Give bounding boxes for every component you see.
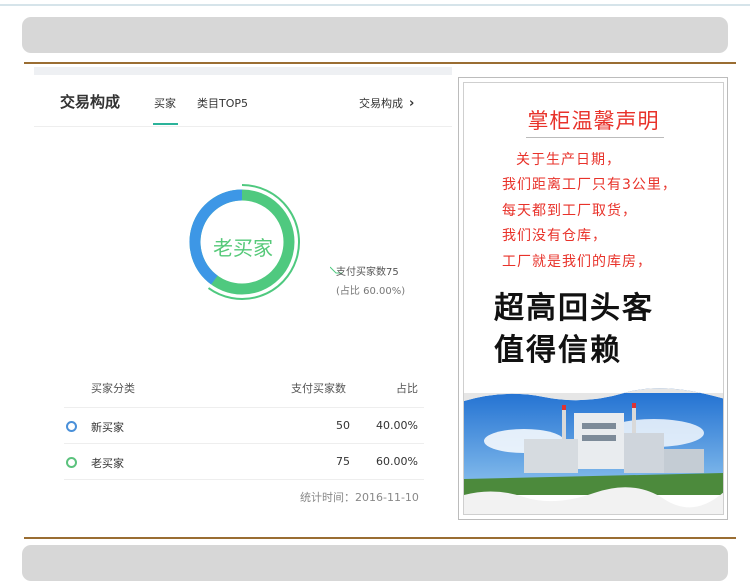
header-category: 买家分类 (91, 382, 135, 395)
tab-buyers[interactable]: 买家 (154, 95, 176, 111)
transaction-composition-link[interactable]: 交易构成 › (359, 95, 414, 111)
donut-center-label: 老买家 (213, 236, 273, 260)
poster-line: 我们没有仓库， (502, 228, 607, 244)
bottom-banner-bar (22, 545, 728, 581)
top-divider (0, 4, 750, 6)
poster-title: 掌柜温馨声明 (527, 109, 660, 133)
card-header-strip (34, 67, 452, 75)
poster-slogan: 超高回头客 (494, 291, 654, 326)
header-count: 支付买家数 (291, 382, 346, 395)
card-tabbar: 交易构成 买家 类目TOP5 交易构成 › (34, 77, 452, 127)
poster-line: 每天都到工厂取货， (502, 203, 637, 219)
callout-share: (占比 60.00%) (336, 286, 406, 297)
shop-notice-poster: 掌柜温馨声明 关于生产日期， 我们距离工厂只有3公里， 每天都到工厂取货， 我们… (458, 77, 728, 520)
poster-line: 工厂就是我们的库房， (502, 254, 652, 270)
transaction-composition-link-label: 交易构成 (359, 97, 403, 110)
legend-ring-new-icon (66, 421, 77, 432)
chevron-right-icon: › (409, 95, 415, 111)
poster-line: 我们距离工厂只有3公里， (502, 177, 677, 193)
row-count: 50 (336, 419, 350, 432)
card-title: 交易构成 (60, 93, 121, 111)
table-divider (64, 443, 424, 444)
header-share: 占比 (396, 382, 418, 395)
callout-count: 支付买家数75 (336, 267, 399, 278)
poster-title-underline (526, 137, 664, 138)
poster-line: 关于生产日期， (516, 152, 621, 168)
poster-frame: 掌柜温馨声明 关于生产日期， 我们距离工厂只有3公里， 每天都到工厂取货， 我们… (463, 82, 724, 515)
stats-timestamp: 统计时间：2016-11-10 (300, 491, 419, 504)
gold-divider-top (24, 62, 736, 64)
table-divider (64, 479, 424, 480)
poster-slogan: 值得信赖 (494, 333, 622, 368)
factory-photo (464, 388, 723, 514)
gold-divider-bottom (24, 537, 736, 539)
row-category: 老买家 (91, 457, 124, 470)
legend-ring-old-icon (66, 457, 77, 468)
active-tab-indicator (153, 123, 178, 125)
tab-category-top5[interactable]: 类目TOP5 (197, 95, 248, 111)
row-share: 40.00% (376, 419, 418, 432)
row-category: 新买家 (91, 421, 124, 434)
table-divider (64, 407, 424, 408)
row-share: 60.00% (376, 455, 418, 468)
top-banner-bar (22, 17, 728, 53)
row-count: 75 (336, 455, 350, 468)
transaction-composition-card: 交易构成 买家 类目TOP5 交易构成 › 老买家 支付买家数75 (占比 60… (34, 77, 452, 517)
